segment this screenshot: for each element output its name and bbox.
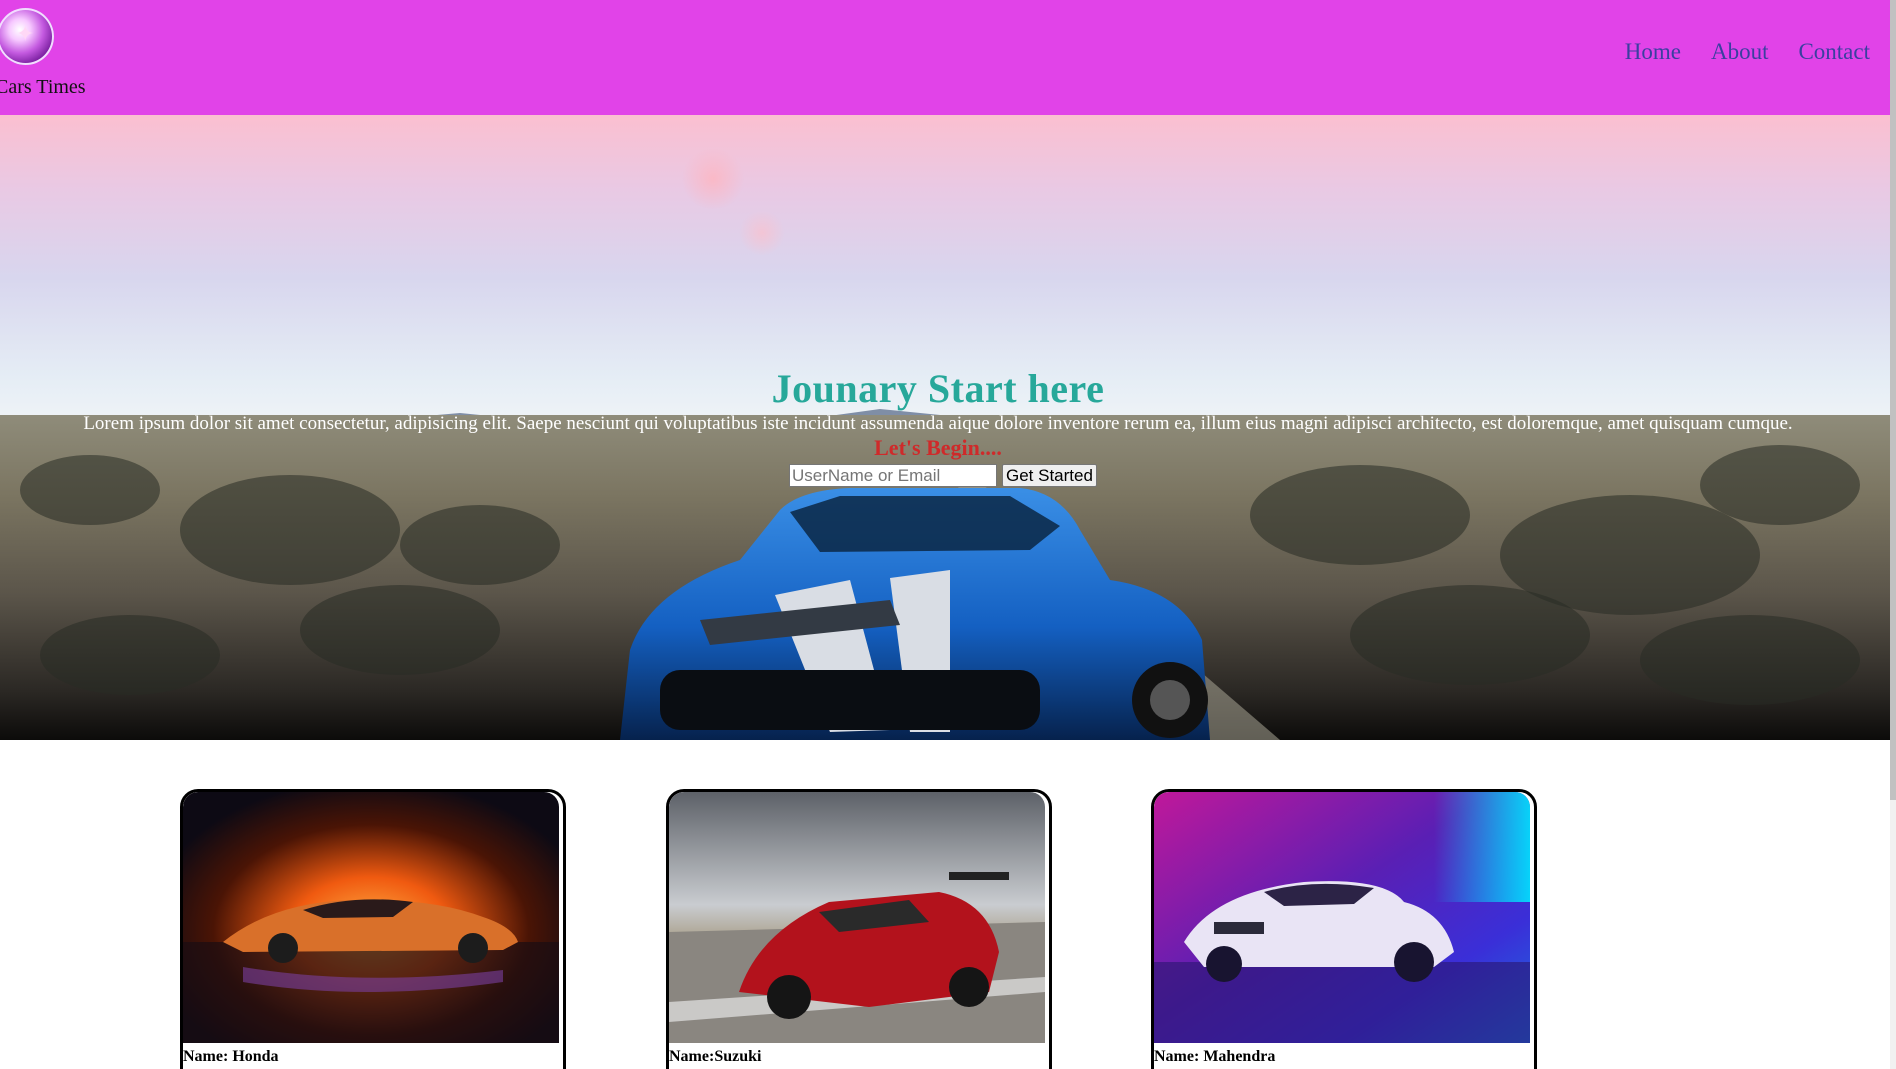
- desert-shrub: [180, 475, 400, 585]
- blue-sports-car: [620, 488, 1210, 740]
- top-header: ✦ Cars Times Home About Contact: [0, 0, 1890, 115]
- lens-flare: [738, 211, 786, 255]
- desert-shrub: [1640, 615, 1860, 705]
- hero-description: Lorem ipsum dolor sit amet consectetur, …: [83, 413, 1793, 434]
- compass-orb-icon: ✦: [16, 22, 35, 47]
- car-image: [183, 792, 559, 1043]
- car-name: Name: Honda: [183, 1048, 279, 1065]
- car-name: Name:Suzuki: [669, 1048, 762, 1065]
- hero-title: Jounary Start here: [771, 366, 1105, 411]
- desert-shrub: [1350, 585, 1590, 685]
- scrollbar-thumb[interactable]: [1890, 0, 1896, 800]
- silver-supercar-image: [1154, 792, 1530, 1043]
- brand-name: Cars Times: [0, 76, 86, 98]
- desert-shrub: [1250, 465, 1470, 565]
- car-image: [669, 792, 1045, 1043]
- page-scrollbar[interactable]: [1890, 0, 1896, 1069]
- red-supercar-image: [669, 792, 1045, 1043]
- car-card-honda[interactable]: Name: Honda: [180, 789, 566, 1069]
- username-email-input[interactable]: [789, 464, 997, 487]
- get-started-button[interactable]: Get Started: [1002, 464, 1097, 487]
- car-image: [1154, 792, 1530, 1043]
- hero-banner: Jounary Start here Lorem ipsum dolor sit…: [0, 115, 1890, 740]
- nav-home-link[interactable]: Home: [1625, 39, 1681, 65]
- desert-shrub: [300, 585, 500, 675]
- nav-about-link[interactable]: About: [1711, 39, 1769, 65]
- desert-shrub: [400, 505, 560, 585]
- desert-shrub: [40, 615, 220, 695]
- car-card-mahendra[interactable]: Name: Mahendra: [1151, 789, 1537, 1069]
- signup-form: Get Started: [789, 464, 1097, 487]
- orange-supercar-image: [183, 792, 559, 1043]
- nav-contact-link[interactable]: Contact: [1798, 39, 1870, 65]
- car-name: Name: Mahendra: [1154, 1048, 1276, 1065]
- desert-shrub: [20, 455, 160, 525]
- lens-flare: [680, 149, 746, 209]
- car-card-suzuki[interactable]: Name:Suzuki: [666, 789, 1052, 1069]
- hero-subtitle: Let's Begin....: [874, 435, 1002, 460]
- logo-icon[interactable]: ✦: [0, 8, 54, 65]
- main-nav: Home About Contact: [1625, 39, 1870, 65]
